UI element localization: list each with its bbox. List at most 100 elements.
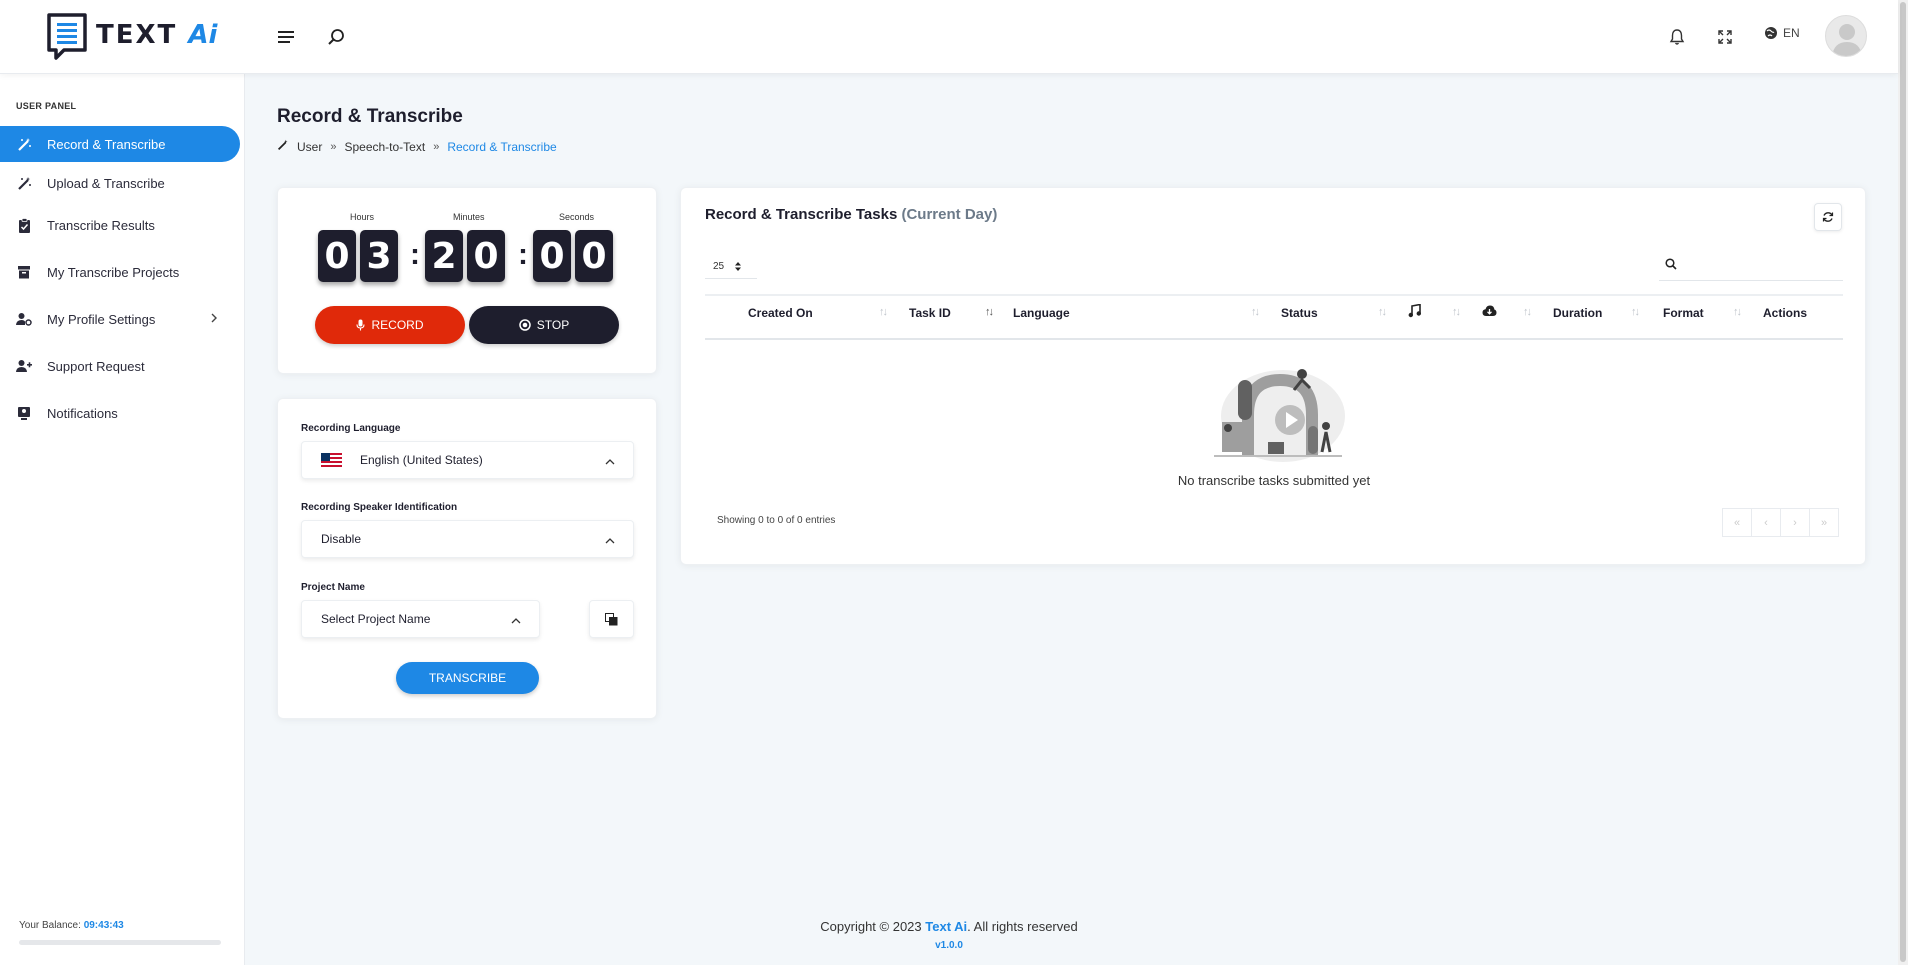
top-header: TEXT Ai EN	[0, 0, 1898, 74]
table-header-bottom-border	[705, 338, 1843, 340]
user-monitor-icon	[16, 405, 32, 421]
table-search-input[interactable]	[1659, 251, 1843, 281]
user-avatar[interactable]	[1825, 15, 1867, 57]
new-project-button[interactable]	[589, 600, 634, 638]
timer-digit: 0	[575, 230, 613, 282]
sidebar-item-notifications[interactable]: Notifications	[0, 395, 240, 431]
tasks-card-title: Record & Transcribe Tasks (Current Day)	[705, 206, 998, 223]
scrollbar-thumb[interactable]	[1900, 2, 1906, 962]
bell-icon[interactable]	[1664, 24, 1690, 50]
refresh-button[interactable]	[1814, 203, 1842, 231]
sidebar-item-label: My Profile Settings	[47, 311, 156, 327]
transcribe-button[interactable]: TRANSCRIBE	[396, 662, 539, 694]
cloud-download-icon[interactable]	[1482, 305, 1497, 320]
archive-box-icon	[16, 264, 32, 280]
column-task-id[interactable]: Task ID	[909, 306, 951, 320]
timer-colon: :	[518, 238, 528, 271]
globe-icon	[1765, 27, 1777, 39]
sidebar-item-upload-transcribe[interactable]: Upload & Transcribe	[0, 165, 240, 201]
timer-digit: 0	[467, 230, 505, 282]
sort-icon[interactable]: ↑↓	[1733, 306, 1742, 318]
clipboard-check-icon	[16, 217, 32, 233]
column-language[interactable]: Language	[1013, 306, 1070, 320]
sort-icon[interactable]: ↑↓	[1523, 306, 1532, 318]
breadcrumb-current[interactable]: Record & Transcribe	[447, 140, 556, 154]
us-flag-icon	[321, 453, 342, 467]
first-page-button[interactable]: «	[1722, 508, 1752, 537]
prev-page-button[interactable]: ‹	[1751, 508, 1781, 537]
chevron-up-icon	[605, 534, 615, 548]
sidebar-item-label: Support Request	[47, 358, 145, 374]
timer-digit: 0	[533, 230, 571, 282]
user-plus-icon	[16, 358, 32, 374]
sidebar-item-transcribe-results[interactable]: Transcribe Results	[0, 207, 240, 243]
stop-button[interactable]: STOP	[469, 306, 619, 344]
microphone-icon	[356, 319, 366, 331]
sort-arrows-icon	[735, 262, 742, 271]
language-code: EN	[1783, 26, 1800, 40]
page-scrollbar[interactable]	[1898, 0, 1908, 965]
page-size-select[interactable]: 25	[705, 255, 757, 279]
column-duration[interactable]: Duration	[1553, 306, 1602, 320]
column-created-on[interactable]: Created On	[748, 306, 813, 320]
breadcrumb: User » Speech-to-Text » Record & Transcr…	[277, 139, 557, 154]
recording-language-select[interactable]: English (United States)	[301, 441, 634, 479]
column-format[interactable]: Format	[1663, 306, 1704, 320]
balance-value: 09:43:43	[83, 920, 124, 931]
menu-toggle-icon[interactable]	[273, 24, 299, 50]
last-page-button[interactable]: »	[1809, 508, 1839, 537]
sort-icon[interactable]: ↑↓	[1452, 306, 1461, 318]
sort-icon[interactable]: ↑↓	[1378, 306, 1387, 318]
magic-wand-icon	[16, 175, 32, 191]
timer-digit: 0	[318, 230, 356, 282]
sidebar-item-label: Record & Transcribe	[47, 136, 166, 152]
sidebar: USER PANEL Record & Transcribe Upload & …	[0, 74, 245, 965]
timer-card: Hours Minutes Seconds 0 3 : 2 0 : 0 0 RE…	[277, 187, 657, 374]
breadcrumb-speech-to-text[interactable]: Speech-to-Text	[344, 140, 425, 154]
sidebar-item-label: Upload & Transcribe	[47, 175, 165, 191]
timer-digit: 3	[360, 230, 398, 282]
sidebar-item-my-transcribe-projects[interactable]: My Transcribe Projects	[0, 254, 240, 290]
speaker-identification-select[interactable]: Disable	[301, 520, 634, 558]
sidebar-item-my-profile-settings[interactable]: My Profile Settings	[0, 301, 240, 337]
timer-colon: :	[410, 238, 420, 271]
chevron-right-icon	[210, 312, 218, 327]
sidebar-heading: USER PANEL	[16, 101, 77, 111]
hours-label: Hours	[350, 212, 375, 222]
project-name-label: Project Name	[301, 582, 365, 593]
sort-icon[interactable]: ↑↓	[879, 306, 888, 318]
empty-state-message: No transcribe tasks submitted yet	[1177, 473, 1371, 488]
search-icon[interactable]	[323, 24, 349, 50]
brand-name: TEXT Ai	[96, 20, 218, 50]
language-switcher[interactable]: EN	[1764, 26, 1800, 40]
sort-icon[interactable]: ↑↓	[1631, 306, 1640, 318]
sort-icon[interactable]: ↑↓	[1251, 306, 1260, 318]
footer-brand-link[interactable]: Text Ai	[925, 919, 967, 934]
breadcrumb-user[interactable]: User	[297, 140, 322, 154]
seconds-label: Seconds	[559, 212, 595, 222]
app-version: v1.0.0	[935, 940, 963, 951]
record-button[interactable]: RECORD	[315, 306, 465, 344]
chevron-up-icon	[511, 614, 521, 628]
column-actions: Actions	[1763, 306, 1808, 320]
balance-display: Your Balance: 09:43:43	[19, 920, 124, 931]
minutes-label: Minutes	[453, 212, 485, 222]
sidebar-item-support-request[interactable]: Support Request	[0, 348, 240, 384]
entries-info: Showing 0 to 0 of 0 entries	[717, 515, 836, 526]
project-name-select[interactable]: Select Project Name	[301, 600, 540, 638]
speaker-identification-label: Recording Speaker Identification	[301, 502, 458, 513]
sidebar-item-label: Transcribe Results	[47, 217, 155, 233]
sidebar-item-record-transcribe[interactable]: Record & Transcribe	[0, 126, 240, 162]
sort-icon[interactable]: ↑↓	[985, 306, 994, 318]
next-page-button[interactable]: ›	[1780, 508, 1810, 537]
footer-copyright: Copyright © 2023 Text Ai. All rights res…	[820, 919, 1078, 934]
magic-wand-icon	[277, 139, 289, 154]
column-status[interactable]: Status	[1281, 306, 1318, 320]
recording-settings-card: Recording Language English (United State…	[277, 398, 657, 719]
tasks-card: Record & Transcribe Tasks (Current Day) …	[680, 187, 1866, 565]
stop-circle-icon	[519, 319, 531, 331]
fullscreen-icon[interactable]	[1712, 24, 1738, 50]
brand-logo[interactable]: TEXT Ai	[46, 12, 218, 60]
music-note-icon[interactable]	[1408, 303, 1421, 321]
sidebar-item-label: My Transcribe Projects	[47, 264, 180, 280]
